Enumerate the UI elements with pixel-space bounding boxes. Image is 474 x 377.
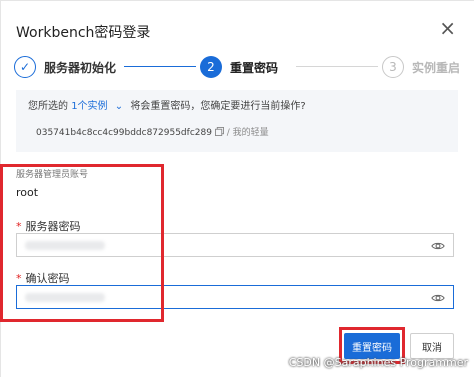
eye-icon[interactable] <box>431 291 445 305</box>
instance-row: 035741b4c8cc4c99bddc872955dfc289 / 我的轻量 <box>36 125 269 138</box>
instance-info-panel: 您所选的 1个实例 ⌄ 将会重置密码，您确定要进行当前操作? 035741b4c… <box>16 90 458 152</box>
stepper: ✓ 服务器初始化 2 重置密码 3 实例重启 <box>14 54 464 80</box>
step-connector <box>124 66 196 67</box>
instance-id: 035741b4c8cc4c99bddc872955dfc289 <box>36 128 212 138</box>
check-icon: ✓ <box>14 56 36 78</box>
selection-prefix: 您所选的 <box>28 101 68 112</box>
dialog-title: Workbench密码登录 <box>16 25 151 41</box>
step-label: 服务器初始化 <box>44 60 117 75</box>
form-highlight-box <box>0 164 164 322</box>
step-reset-password: 2 重置密码 <box>200 54 278 80</box>
step-number: 3 <box>382 56 404 78</box>
close-icon[interactable]: × <box>439 18 456 38</box>
watermark: CSDN @Saraphines Programmer <box>288 356 468 369</box>
instance-count-link[interactable]: 1个实例 <box>71 101 107 112</box>
selection-summary: 您所选的 1个实例 ⌄ 将会重置密码，您确定要进行当前操作? <box>28 97 306 112</box>
step-connector <box>296 66 378 67</box>
step-label: 实例重启 <box>412 60 461 75</box>
chevron-down-icon[interactable]: ⌄ <box>115 101 123 112</box>
selection-suffix: 将会重置密码，您确定要进行当前操作? <box>130 101 306 112</box>
step-number: 2 <box>200 56 222 78</box>
step-instance-restart: 3 实例重启 <box>382 54 460 80</box>
copy-icon[interactable] <box>214 127 227 138</box>
step-server-init: ✓ 服务器初始化 <box>14 54 116 80</box>
eye-icon[interactable] <box>431 239 445 253</box>
password-login-dialog: Workbench密码登录 × ✓ 服务器初始化 2 重置密码 3 实例重启 您… <box>0 0 474 377</box>
dialog-top-border <box>0 0 474 1</box>
instance-name: / 我的轻量 <box>226 128 269 138</box>
step-label: 重置密码 <box>230 60 279 75</box>
